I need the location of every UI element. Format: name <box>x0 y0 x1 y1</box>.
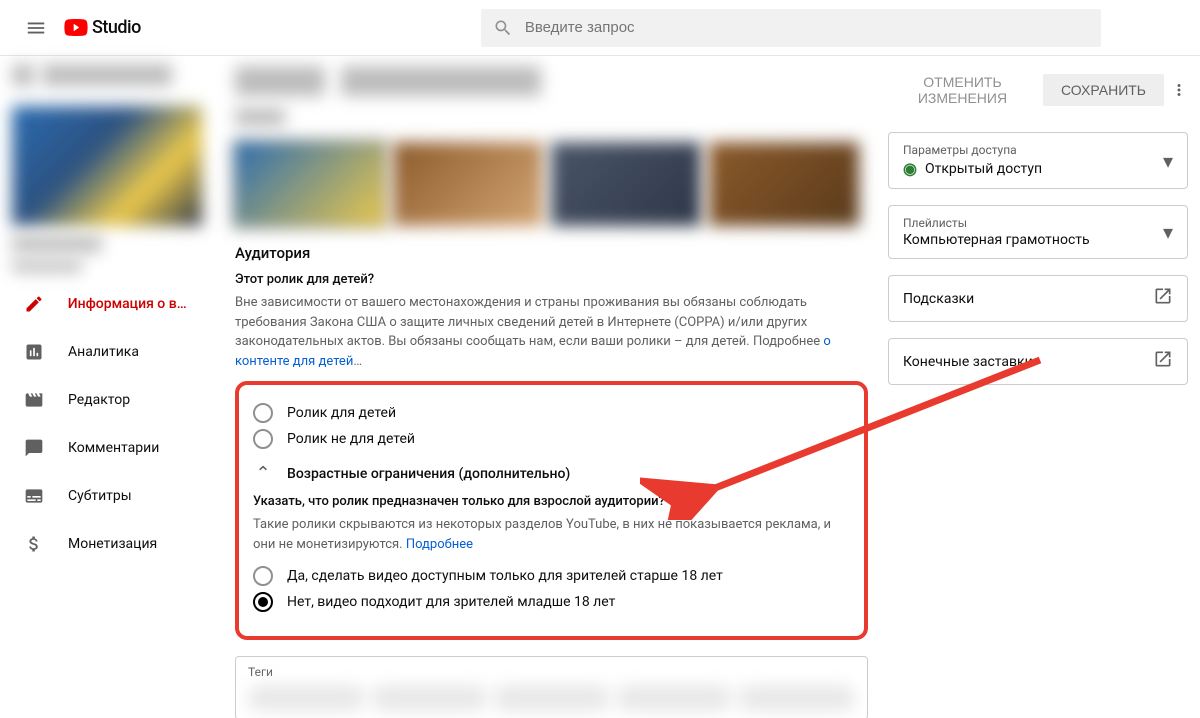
dollar-icon <box>22 532 46 556</box>
radio-icon <box>253 566 273 586</box>
chevron-up-icon: ⌃ <box>253 463 273 484</box>
open-external-icon <box>1153 286 1173 311</box>
action-bar: ОТМЕНИТЬ ИЗМЕНЕНИЯ СОХРАНИТЬ <box>888 66 1188 114</box>
thumbnail-selected[interactable] <box>235 142 385 226</box>
sidebar-item-editor[interactable]: Редактор <box>0 376 215 424</box>
tags-label: Теги <box>248 665 855 679</box>
sidebar-item-monetization[interactable]: Монетизация <box>0 520 215 568</box>
visibility-value: ◉ Открытый доступ <box>903 159 1042 178</box>
age-question: Указать, что ролик предназначен только д… <box>253 494 850 509</box>
channel-block <box>0 64 215 280</box>
cards-card[interactable]: Подсказки <box>888 275 1188 322</box>
search-input[interactable] <box>525 19 1089 36</box>
sidebar-item-subtitles[interactable]: Субтитры <box>0 472 215 520</box>
youtube-icon <box>64 19 88 36</box>
logo-text: Studio <box>92 17 141 38</box>
age-description: Такие ролики скрываются из некоторых раз… <box>253 515 850 554</box>
cards-label: Подсказки <box>903 291 974 307</box>
audience-heading: Аудитория <box>235 244 868 262</box>
sidebar: Информация о ви… Аналитика Редактор Комм… <box>0 56 215 718</box>
radio-icon <box>253 403 273 423</box>
sidebar-item-comments[interactable]: Комментарии <box>0 424 215 472</box>
title-placeholder <box>235 66 868 96</box>
subtitle-placeholder <box>235 108 285 126</box>
audience-question: Этот ролик для детей? <box>235 272 868 287</box>
radio-icon <box>253 429 273 449</box>
dropdown-icon: ▾ <box>1163 220 1173 244</box>
sidebar-item-analytics[interactable]: Аналитика <box>0 328 215 376</box>
sidebar-item-label: Редактор <box>68 392 130 408</box>
right-column: ОТМЕНИТЬ ИЗМЕНЕНИЯ СОХРАНИТЬ Параметры д… <box>888 66 1188 718</box>
age-learn-more-link[interactable]: Подробнее <box>406 537 473 552</box>
radio-not-for-kids[interactable]: Ролик не для детей <box>253 429 850 449</box>
sidebar-item-label: Монетизация <box>68 536 157 552</box>
analytics-icon <box>22 340 46 364</box>
sidebar-item-label: Субтитры <box>68 488 132 504</box>
thumbnail-option[interactable] <box>393 142 543 226</box>
endscreens-label: Конечные заставки <box>903 354 1033 370</box>
eye-icon: ◉ <box>903 159 917 178</box>
search-icon <box>493 18 513 38</box>
main-layout: Информация о ви… Аналитика Редактор Комм… <box>0 56 1200 718</box>
content-area: Аудитория Этот ролик для детей? Вне зави… <box>215 56 1200 718</box>
pencil-icon <box>22 292 46 316</box>
visibility-label: Параметры доступа <box>903 143 1042 157</box>
dropdown-icon: ▾ <box>1163 149 1173 173</box>
sidebar-item-label: Комментарии <box>68 440 159 456</box>
hamburger-menu-button[interactable] <box>16 8 56 48</box>
playlist-value: Компьютерная грамотность <box>903 232 1090 248</box>
sidebar-item-label: Аналитика <box>68 344 139 360</box>
radio-age-no[interactable]: Нет, видео подходит для зрителей младше … <box>253 592 850 612</box>
dots-vertical-icon <box>1170 81 1188 99</box>
cancel-button[interactable]: ОТМЕНИТЬ ИЗМЕНЕНИЯ <box>888 66 1037 114</box>
subtitles-icon <box>22 484 46 508</box>
search-box[interactable] <box>481 9 1101 47</box>
thumbnail-option[interactable] <box>551 142 701 226</box>
studio-logo[interactable]: Studio <box>64 17 141 38</box>
endscreens-card[interactable]: Конечные заставки <box>888 338 1188 385</box>
radio-icon-checked <box>253 592 273 612</box>
open-external-icon <box>1153 349 1173 374</box>
more-options-button[interactable] <box>1170 81 1188 99</box>
thumbnail-row <box>235 142 868 226</box>
app-header: Studio <box>0 0 1200 56</box>
thumbnail-option[interactable] <box>709 142 859 226</box>
center-column: Аудитория Этот ролик для детей? Вне зави… <box>235 66 868 718</box>
radio-for-kids[interactable]: Ролик для детей <box>253 403 850 423</box>
playlist-card[interactable]: Плейлисты Компьютерная грамотность ▾ <box>888 205 1188 259</box>
radio-age-yes[interactable]: Да, сделать видео доступным только для з… <box>253 566 850 586</box>
save-button[interactable]: СОХРАНИТЬ <box>1043 74 1164 106</box>
audience-description: Вне зависимости от вашего местонахождени… <box>235 293 868 371</box>
playlist-label: Плейлисты <box>903 216 1090 230</box>
highlight-box: Ролик для детей Ролик не для детей ⌃ Воз… <box>235 381 868 640</box>
editor-icon <box>22 388 46 412</box>
tags-field[interactable]: Теги <box>235 656 868 718</box>
age-restriction-expander[interactable]: ⌃ Возрастные ограничения (дополнительно) <box>253 463 850 484</box>
menu-icon <box>25 17 47 39</box>
visibility-card[interactable]: Параметры доступа ◉ Открытый доступ ▾ <box>888 132 1188 189</box>
sidebar-item-label: Информация о ви… <box>68 296 193 312</box>
comments-icon <box>22 436 46 460</box>
sidebar-item-details[interactable]: Информация о ви… <box>0 280 215 328</box>
